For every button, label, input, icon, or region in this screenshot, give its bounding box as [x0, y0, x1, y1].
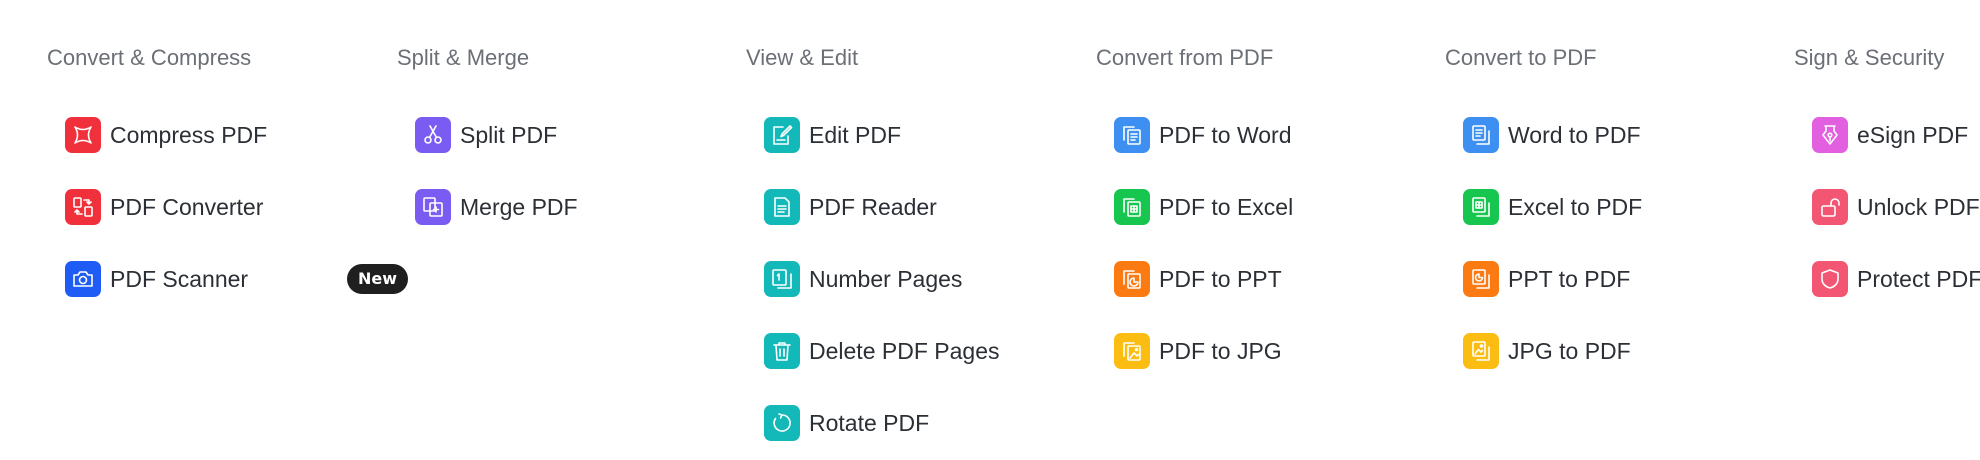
tool-label: Delete PDF Pages — [809, 338, 1000, 364]
tool-delete-pdf-pages[interactable]: Delete PDF Pages — [764, 332, 999, 370]
tool-pdf-to-excel[interactable]: PDF to Excel — [1114, 188, 1293, 226]
column-heading: Convert to PDF — [1445, 45, 1597, 70]
shield-icon — [1812, 261, 1848, 297]
new-badge: New — [347, 264, 408, 294]
tool-pdf-to-jpg[interactable]: PDF to JPG — [1114, 332, 1282, 370]
tool-excel-to-pdf[interactable]: Excel to PDF — [1463, 188, 1642, 226]
tool-ppt-to-pdf[interactable]: PPT to PDF — [1463, 260, 1630, 298]
pen-nib-icon — [1812, 117, 1848, 153]
tool-label: PDF to PPT — [1159, 266, 1282, 292]
compress-icon — [65, 117, 101, 153]
rotate-icon — [764, 405, 800, 441]
tool-jpg-to-pdf[interactable]: JPG to PDF — [1463, 332, 1631, 370]
tool-label: Edit PDF — [809, 122, 902, 148]
tool-label: Excel to PDF — [1508, 194, 1643, 220]
tool-pdf-to-ppt[interactable]: PDF to PPT — [1114, 260, 1282, 298]
tool-label: PDF to Excel — [1159, 194, 1294, 220]
tool-label: Number Pages — [809, 266, 963, 292]
tool-pdf-reader[interactable]: PDF Reader — [764, 188, 937, 226]
tool-split-pdf[interactable]: Split PDF — [415, 116, 557, 154]
merge-icon — [415, 189, 451, 225]
tool-word-to-pdf[interactable]: Word to PDF — [1463, 116, 1641, 154]
image-doc-icon — [1114, 333, 1150, 369]
number-pages-icon — [764, 261, 800, 297]
column-heading: Convert from PDF — [1096, 45, 1274, 70]
tool-protect-pdf[interactable]: Protect PDF — [1812, 260, 1980, 298]
tools-menu: Convert & Compress Compress PDF PDF Conv… — [0, 0, 1980, 460]
column-heading: Split & Merge — [397, 45, 530, 70]
tool-label: PDF Converter — [110, 194, 264, 220]
tool-label: Split PDF — [460, 122, 558, 148]
tool-rotate-pdf[interactable]: Rotate PDF — [764, 404, 929, 442]
ppt-doc-icon — [1463, 261, 1499, 297]
tool-label: Compress PDF — [110, 122, 268, 148]
tool-label: PDF to Word — [1159, 122, 1292, 148]
tool-number-pages[interactable]: Number Pages — [764, 260, 962, 298]
tool-label: PPT to PDF — [1508, 266, 1631, 292]
unlock-icon — [1812, 189, 1848, 225]
convert-arrows-icon — [65, 189, 101, 225]
excel-doc-icon — [1114, 189, 1150, 225]
tool-pdf-to-word[interactable]: PDF to Word — [1114, 116, 1292, 154]
image-doc-icon — [1463, 333, 1499, 369]
tool-label: JPG to PDF — [1508, 338, 1631, 364]
trash-icon — [764, 333, 800, 369]
tool-compress-pdf[interactable]: Compress PDF — [65, 116, 267, 154]
tool-label: Unlock PDF — [1857, 194, 1980, 220]
edit-icon — [764, 117, 800, 153]
reader-icon — [764, 189, 800, 225]
excel-doc-icon — [1463, 189, 1499, 225]
column-heading: Sign & Security — [1794, 45, 1945, 70]
word-doc-icon — [1463, 117, 1499, 153]
tool-label: Rotate PDF — [809, 410, 930, 436]
tool-label: Merge PDF — [460, 194, 578, 220]
tool-label: PDF Reader — [809, 194, 937, 220]
camera-icon — [65, 261, 101, 297]
ppt-doc-icon — [1114, 261, 1150, 297]
tool-edit-pdf[interactable]: Edit PDF — [764, 116, 901, 154]
column-heading: View & Edit — [746, 45, 859, 70]
tool-pdf-scanner[interactable]: PDF Scanner — [65, 260, 248, 298]
word-doc-icon — [1114, 117, 1150, 153]
tool-label: PDF Scanner — [110, 266, 249, 292]
scissors-icon — [415, 117, 451, 153]
tool-unlock-pdf[interactable]: Unlock PDF — [1812, 188, 1980, 226]
tool-esign-pdf[interactable]: eSign PDF — [1812, 116, 1968, 154]
tool-label: Word to PDF — [1508, 122, 1641, 148]
tool-pdf-converter[interactable]: PDF Converter — [65, 188, 263, 226]
tool-label: Protect PDF — [1857, 266, 1980, 292]
tool-label: eSign PDF — [1857, 122, 1969, 148]
tool-merge-pdf[interactable]: Merge PDF — [415, 188, 578, 226]
column-heading: Convert & Compress — [47, 45, 252, 70]
tool-label: PDF to JPG — [1159, 338, 1282, 364]
